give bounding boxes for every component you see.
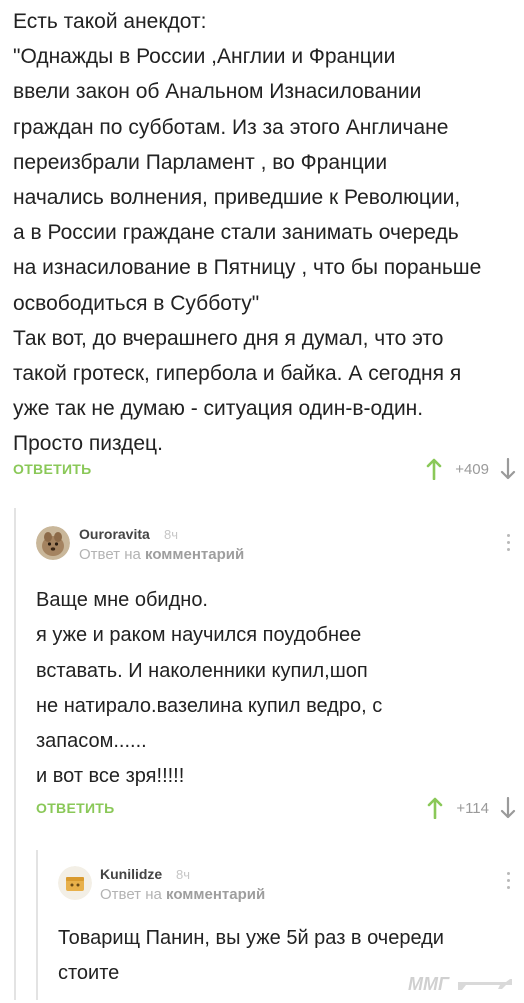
comment-header: Ouroravita 8ч Ответ на комментарий: [36, 526, 518, 570]
rating-value: +114: [456, 799, 489, 817]
vote-controls: +409: [423, 454, 519, 484]
post-line: граждан по субботам. Из за этого Англича…: [13, 115, 449, 139]
arrow-up-icon[interactable]: [424, 795, 446, 821]
reply-to-label: Ответ на комментарий: [100, 886, 265, 903]
comment-time: 8ч: [176, 867, 191, 882]
thread-line: [36, 850, 38, 1000]
post-body: Есть такой анекдот: "Однажды в России ,А…: [13, 4, 518, 462]
author-name[interactable]: Kunilidze: [100, 866, 162, 882]
site-watermark: ММГ: [406, 968, 516, 998]
rating-value: +409: [455, 460, 489, 478]
comment-body: Ваще мне обидно. я уже и раком научился …: [36, 583, 516, 795]
post-actions: ОТВЕТИТЬ +409: [13, 454, 519, 484]
reply-to-link[interactable]: комментарий: [145, 546, 244, 563]
post-line: освободиться в Субботу": [13, 291, 260, 315]
comment-line: вставать. И наколенники купил,шоп: [36, 659, 368, 682]
comment-line: Товарищ Панин, вы уже 5й раз в очереди: [58, 927, 444, 949]
reply-to-label: Ответ на комментарий: [79, 546, 244, 563]
post-line: переизбрали Парламент , во Франции: [13, 150, 388, 174]
post-line: Так вот, до вчерашнего дня я думал, что …: [13, 326, 444, 350]
reply-button[interactable]: ОТВЕТИТЬ: [36, 800, 115, 816]
post-line: "Однажды в России ,Англии и Франции: [13, 45, 396, 69]
comment-time: 8ч: [164, 527, 179, 542]
reply-to-prefix: Ответ на: [79, 546, 141, 563]
vote-controls: +114: [424, 793, 519, 823]
arrow-down-icon[interactable]: [497, 795, 519, 821]
reply-to-prefix: Ответ на: [100, 886, 162, 903]
reply-to-link[interactable]: комментарий: [166, 886, 265, 903]
comment-line: Ваще мне обидно.: [36, 589, 208, 611]
comment-header: Kunilidze 8ч Ответ на комментарий: [58, 866, 518, 910]
comment-actions: ОТВЕТИТЬ +114: [36, 793, 519, 823]
comment-line: и вот все зря!!!!!: [36, 765, 185, 788]
reply-button[interactable]: ОТВЕТИТЬ: [13, 461, 92, 477]
post-line: ввели закон об Анальном Изнасиловании: [13, 80, 422, 104]
watermark-text: ММГ: [408, 974, 450, 994]
comment-line: запасом......: [36, 730, 147, 753]
post-line: уже так не думаю - ситуация один-в-один.: [13, 397, 424, 421]
thread-line: [14, 508, 16, 1000]
comment-line: я уже и раком научился поудобнее: [36, 624, 362, 647]
comment-line: не натирало.вазелина купил ведро, с: [36, 694, 383, 717]
author-name[interactable]: Ouroravita: [79, 526, 150, 542]
post-line: а в России граждане стали занимать очере…: [13, 221, 459, 245]
post-line: такой гротеск, гипербола и байка. А сего…: [13, 362, 462, 386]
avatar[interactable]: [58, 866, 92, 900]
arrow-down-icon[interactable]: [497, 456, 519, 482]
post-line: начались волнения, приведшие к Революции…: [13, 186, 461, 210]
more-vertical-icon[interactable]: [503, 534, 513, 558]
post-line: на изнасилование в Пятницу , что бы пора…: [13, 256, 482, 280]
more-vertical-icon[interactable]: [503, 872, 513, 896]
post-line: Есть такой анекдот:: [13, 10, 207, 33]
avatar[interactable]: [36, 526, 70, 560]
arrow-up-icon[interactable]: [423, 456, 445, 482]
